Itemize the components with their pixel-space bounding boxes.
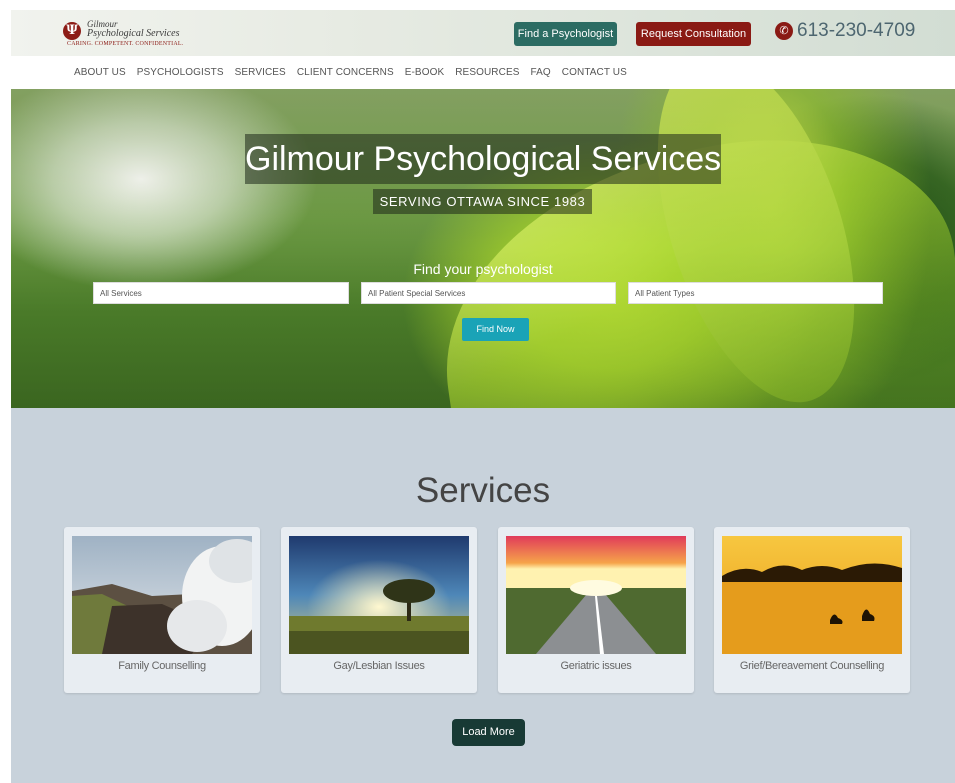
service-card-label: Grief/Bereavement Counselling [739, 660, 885, 672]
road-sunset-image [506, 536, 686, 654]
nav-item-client-concerns[interactable]: CLIENT CONCERNS [297, 67, 394, 78]
patient-types-select[interactable]: All Patient Types [628, 282, 883, 304]
nav-item-contact-us[interactable]: CONTACT US [562, 67, 627, 78]
service-card-grief-bereavement-counselling[interactable]: Grief/Bereavement Counselling [714, 527, 910, 693]
find-psychologist-label: Find your psychologist [413, 261, 553, 277]
phone-icon: ✆ [775, 22, 793, 40]
logo-text-line2: Psychological Services [87, 28, 180, 39]
service-card-geriatric-issues[interactable]: Geriatric issues [498, 527, 694, 693]
nav-item-e-book[interactable]: E-BOOK [405, 67, 445, 78]
tree-sunset-image [289, 536, 469, 654]
service-card-label: Gay/Lesbian Issues [333, 660, 425, 672]
service-card-gay-lesbian-issues[interactable]: Gay/Lesbian Issues [281, 527, 477, 693]
volcano-landscape-image [72, 536, 252, 654]
hero-banner: Gilmour Psychological Services SERVING O… [11, 89, 955, 408]
nav-item-resources[interactable]: RESOURCES [455, 67, 519, 78]
nav-item-faq[interactable]: FAQ [530, 67, 550, 78]
top-header: Ψ Gilmour Psychological Services CARING.… [11, 10, 955, 56]
page-frame: Ψ Gilmour Psychological Services CARING.… [11, 10, 955, 783]
services-select[interactable]: All Services [93, 282, 349, 304]
geese-lake-image [722, 536, 902, 654]
find-psychologist-button[interactable]: Find a Psychologist [514, 22, 617, 46]
psi-logo-icon: Ψ [63, 22, 81, 40]
main-nav: ABOUT US PSYCHOLOGISTS SERVICES CLIENT C… [11, 56, 955, 89]
phone-number-link[interactable]: 613-230-4709 [797, 20, 915, 42]
find-now-button[interactable]: Find Now [462, 318, 529, 341]
service-card-family-counselling[interactable]: Family Counselling [64, 527, 260, 693]
load-more-button[interactable]: Load More [452, 719, 525, 746]
nav-item-services[interactable]: SERVICES [235, 67, 286, 78]
logo-tagline: CARING. COMPETENT. CONFIDENTIAL. [67, 41, 184, 47]
service-card-label: Family Counselling [118, 660, 206, 672]
nav-item-about-us[interactable]: ABOUT US [74, 67, 126, 78]
service-card-label: Geriatric issues [560, 660, 632, 672]
site-logo[interactable]: Ψ Gilmour Psychological Services CARING.… [63, 19, 203, 51]
hero-title: Gilmour Psychological Services [245, 134, 721, 184]
request-consultation-button[interactable]: Request Consultation [636, 22, 751, 46]
services-heading: Services [415, 471, 551, 510]
special-services-select[interactable]: All Patient Special Services [361, 282, 616, 304]
hero-subtitle: SERVING OTTAWA SINCE 1983 [373, 189, 592, 214]
nav-item-psychologists[interactable]: PSYCHOLOGISTS [137, 67, 224, 78]
